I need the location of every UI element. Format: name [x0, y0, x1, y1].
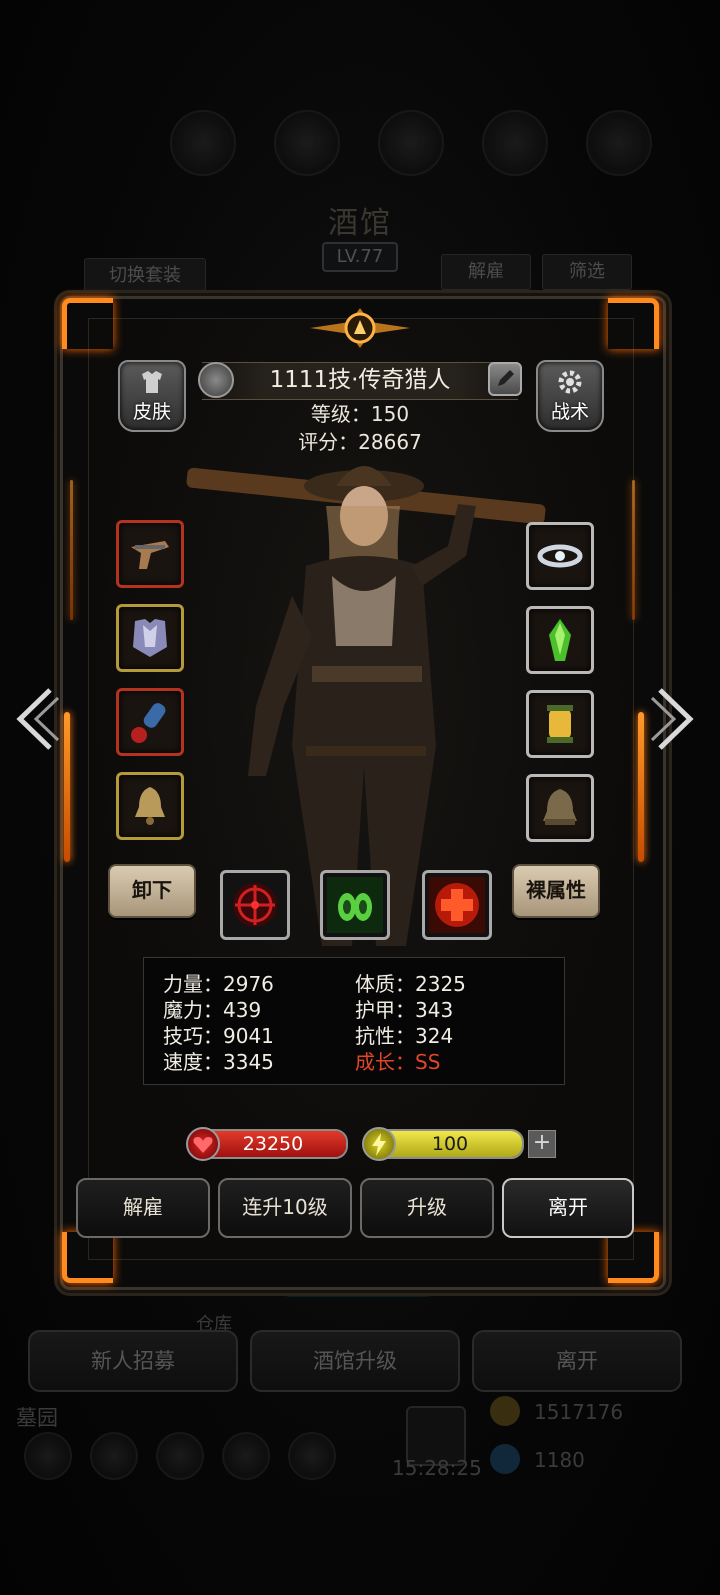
- hp-value: 23250: [242, 1133, 304, 1155]
- recruit-button[interactable]: 新人招募: [28, 1330, 238, 1392]
- prev-hero-arrow-icon[interactable]: [10, 684, 60, 754]
- bronze-bell-icon: [543, 789, 577, 825]
- bottom-nav-icon[interactable]: [24, 1432, 72, 1480]
- bottom-nav-icon[interactable]: [288, 1432, 336, 1480]
- leave-button[interactable]: 离开: [502, 1178, 634, 1238]
- bottom-nav-icon[interactable]: [90, 1432, 138, 1480]
- energy-value: 100: [431, 1133, 469, 1155]
- pistol-icon: [131, 541, 169, 569]
- heart-icon: [186, 1127, 220, 1161]
- equip-slot-lantern[interactable]: [526, 690, 594, 758]
- hp-bar: 23250: [198, 1129, 348, 1159]
- base-attributes-button[interactable]: 裸属性: [512, 864, 600, 918]
- panel-corner: [62, 1232, 113, 1283]
- gold-amount: 1517176: [534, 1400, 624, 1424]
- skin-label: 皮肤: [132, 401, 171, 423]
- lantern-icon: [547, 705, 573, 743]
- skin-button[interactable]: 皮肤: [118, 360, 186, 432]
- stat-constitution: 体质：2325: [355, 972, 466, 996]
- hero-name: 1111技·传奇猎人: [269, 367, 451, 393]
- level-up-button[interactable]: 升级: [360, 1178, 494, 1238]
- medic-cross-icon: [429, 877, 485, 933]
- graveyard-label: 墓园: [16, 1406, 58, 1430]
- level-up-10-button[interactable]: 连升10级: [218, 1178, 352, 1238]
- bottom-nav-icon[interactable]: [222, 1432, 270, 1480]
- stat-skill: 技巧：9041: [163, 1024, 274, 1048]
- tactics-button[interactable]: 战术: [536, 360, 604, 432]
- equip-slot-crystal[interactable]: [526, 606, 594, 674]
- equip-slot-relic[interactable]: [526, 774, 594, 842]
- bottom-nav-icon[interactable]: [156, 1432, 204, 1480]
- unequip-button[interactable]: 卸下: [108, 864, 196, 918]
- gear-icon: [558, 370, 582, 394]
- equip-slot-bell[interactable]: [116, 772, 184, 840]
- hero-level: 等级：150: [310, 402, 410, 426]
- equip-slot-armor[interactable]: [116, 604, 184, 672]
- gem-amount: 1180: [534, 1448, 585, 1472]
- energy-bar: 100: [376, 1129, 524, 1159]
- add-energy-button[interactable]: +: [528, 1130, 556, 1158]
- stat-growth: 成长：SS: [355, 1050, 441, 1074]
- skill-slot-1[interactable]: [220, 870, 290, 940]
- menu-orb-icon: [274, 110, 340, 176]
- gold-coin-icon: [490, 1396, 520, 1426]
- clock-text: 15:28:25: [392, 1456, 482, 1480]
- stat-strength: 力量：2976: [163, 972, 274, 996]
- lightning-icon: [362, 1127, 396, 1161]
- potion-icon: [131, 703, 166, 743]
- panel-corner: [608, 298, 659, 349]
- stat-speed: 速度：3345: [163, 1050, 274, 1074]
- skill-slot-3[interactable]: [422, 870, 492, 940]
- stat-resistance: 抗性：324: [355, 1024, 454, 1048]
- bg-leave-button[interactable]: 离开: [472, 1330, 682, 1392]
- panel-corner: [608, 1232, 659, 1283]
- tactics-label: 战术: [550, 401, 589, 423]
- gem-icon: [490, 1444, 520, 1474]
- menu-orb-icon: [378, 110, 444, 176]
- tavern-level: LV.77: [322, 242, 398, 272]
- beetle-icon: [327, 877, 383, 933]
- armor-icon: [133, 619, 167, 657]
- rename-edit-icon[interactable]: [488, 362, 522, 396]
- shirt-icon: [142, 371, 162, 393]
- stat-armor: 护甲：343: [355, 998, 454, 1022]
- skill-slot-2[interactable]: [320, 870, 390, 940]
- tavern-upgrade-button[interactable]: 酒馆升级: [250, 1330, 460, 1392]
- crosshair-icon: [233, 883, 277, 927]
- panel-edge-glow: [638, 712, 644, 862]
- panel-edge-glow: [632, 480, 635, 620]
- hero-badge-icon: [198, 362, 234, 398]
- green-crystal-icon: [549, 619, 571, 661]
- equip-slot-ring[interactable]: [526, 522, 594, 590]
- panel-edge-glow: [70, 480, 73, 620]
- stat-magic: 魔力：439: [163, 998, 262, 1022]
- tavern-title: 酒馆: [328, 206, 392, 241]
- crest-emblem-icon: [310, 308, 410, 348]
- menu-orb-icon: [586, 110, 652, 176]
- dismiss-button[interactable]: 解雇: [76, 1178, 210, 1238]
- equip-slot-accessory[interactable]: [116, 688, 184, 756]
- bell-icon: [135, 787, 165, 825]
- panel-corner: [62, 298, 113, 349]
- bg-dismiss-button[interactable]: 解雇: [441, 254, 531, 290]
- menu-orb-icon: [482, 110, 548, 176]
- next-hero-arrow-icon[interactable]: [650, 684, 700, 754]
- panel-edge-glow: [64, 712, 70, 862]
- menu-orb-icon: [170, 110, 236, 176]
- cloud-ring-icon: [537, 544, 583, 568]
- switch-outfit-button[interactable]: 切换套装: [84, 258, 206, 294]
- equip-slot-weapon[interactable]: [116, 520, 184, 588]
- bg-filter-button[interactable]: 筛选: [542, 254, 632, 290]
